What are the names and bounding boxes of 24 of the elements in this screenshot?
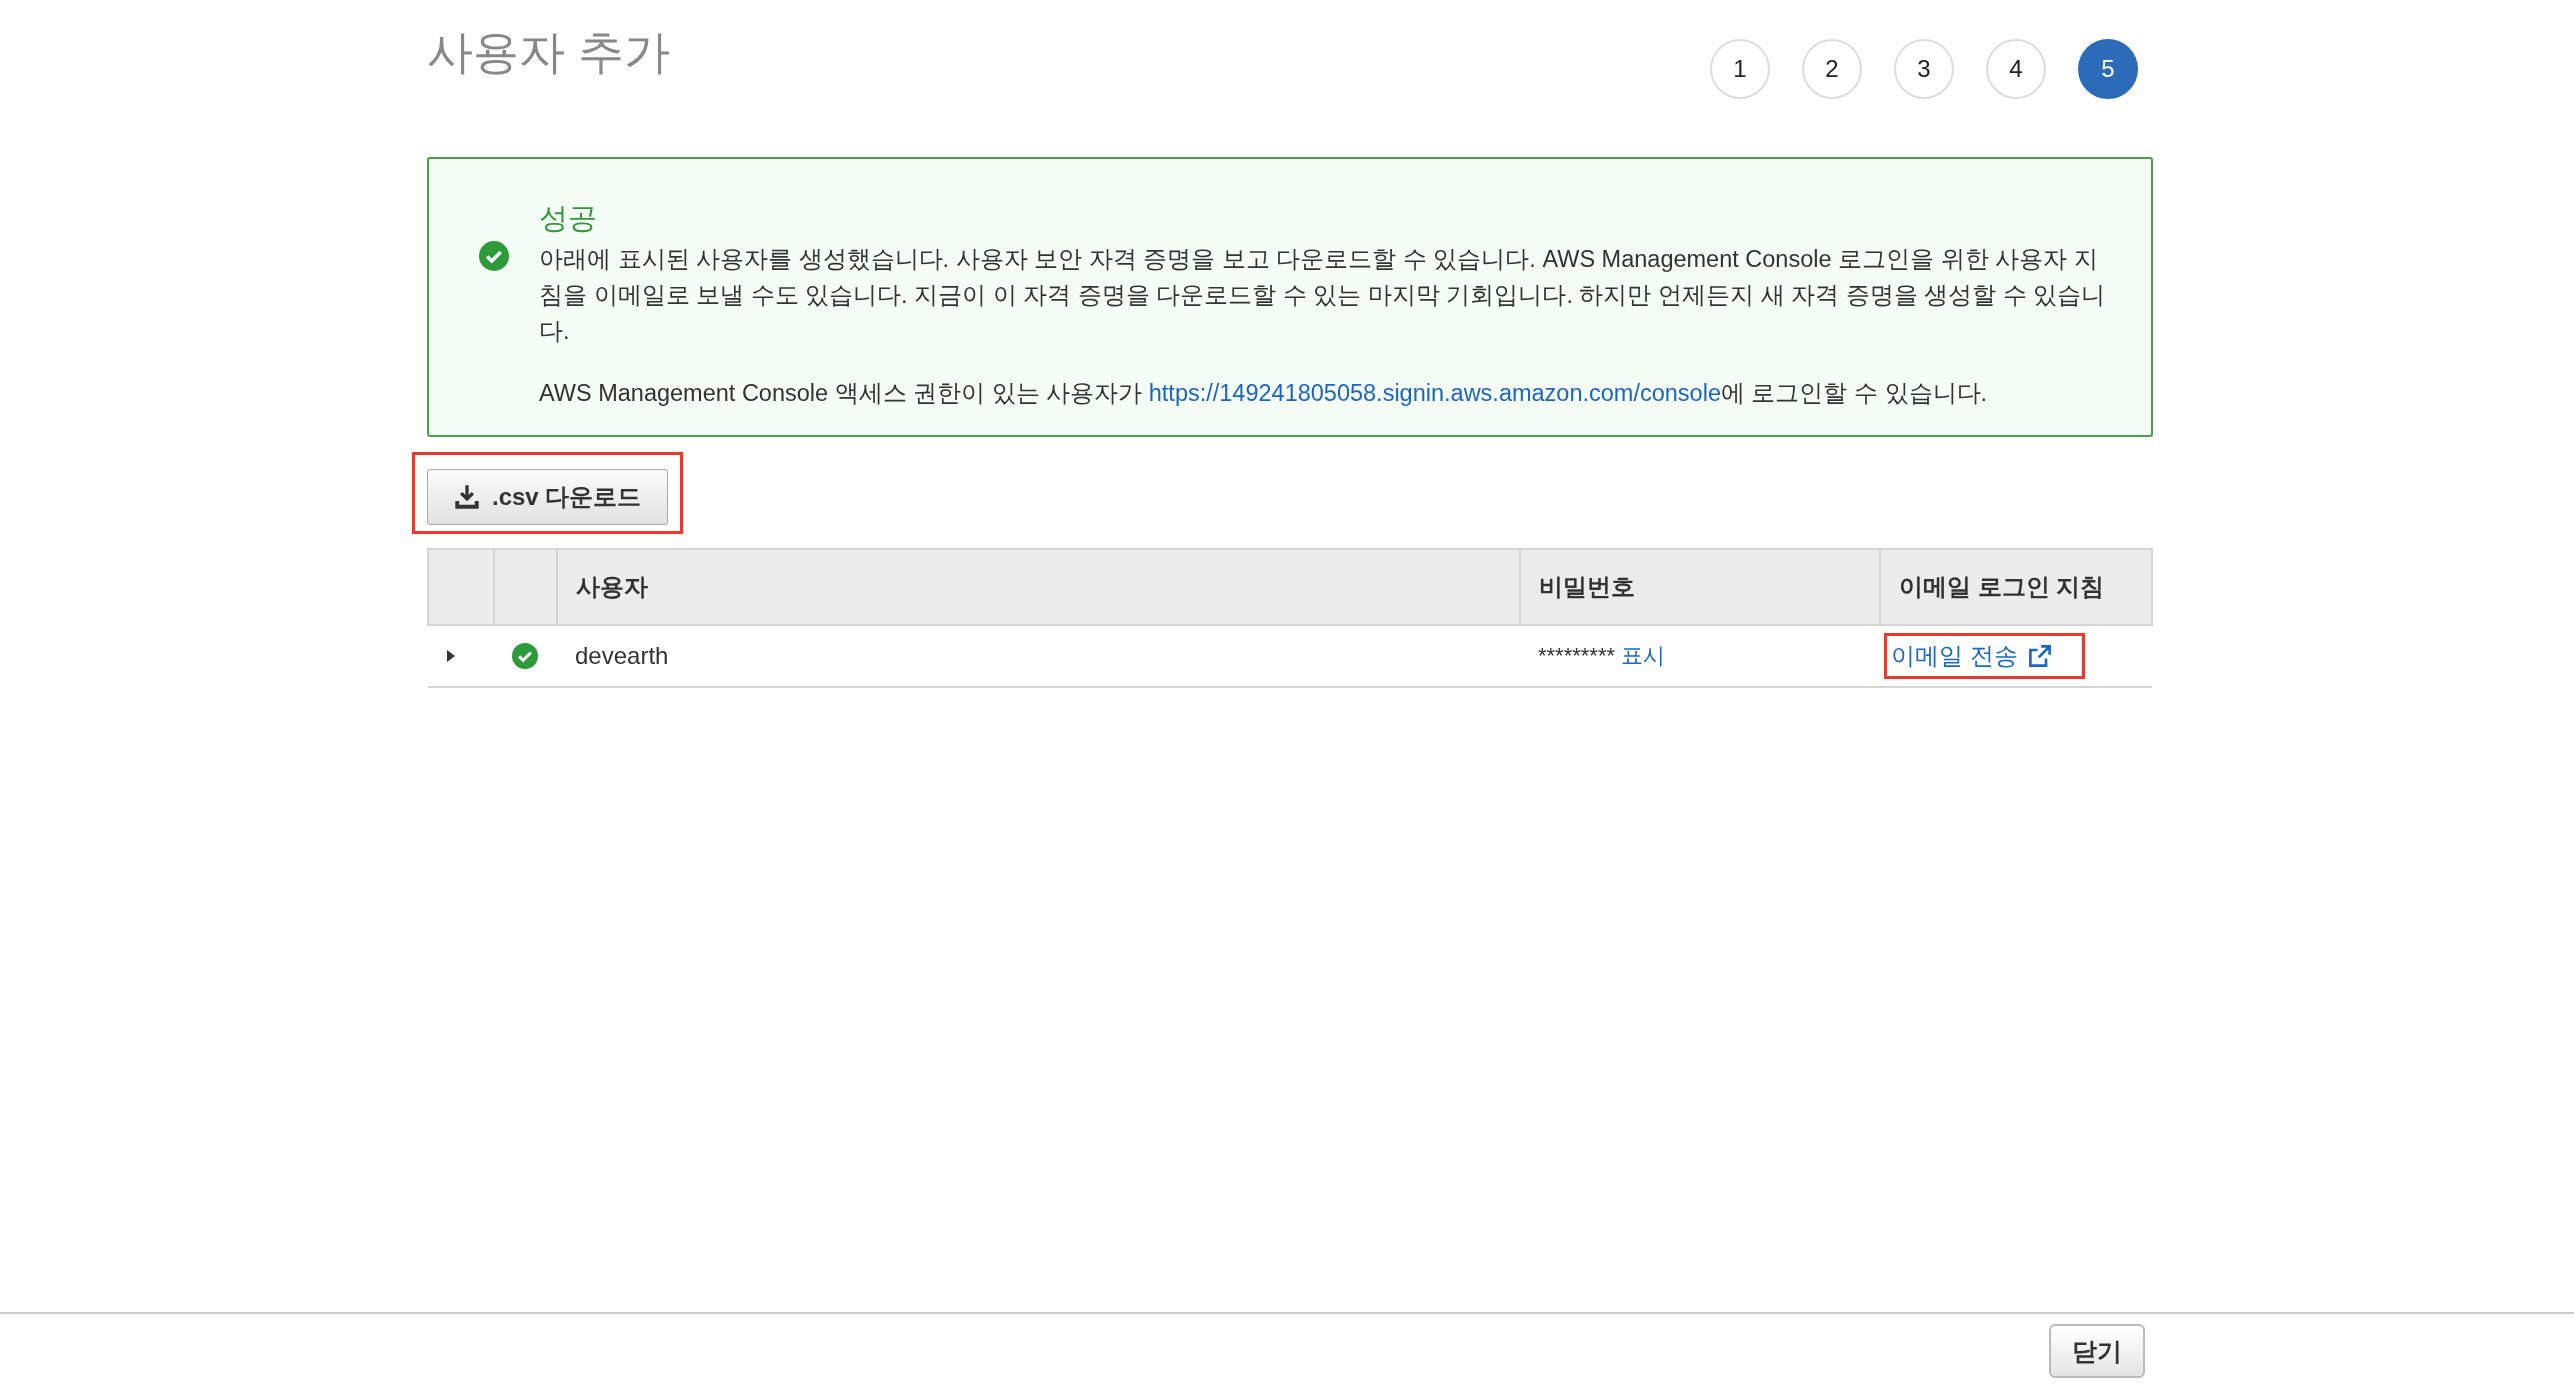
- step-indicator[interactable]: 2: [1802, 39, 1862, 99]
- check-circle-icon: [512, 643, 538, 669]
- console-access-message: AWS Management Console 액세스 권한이 있는 사용자가 https://149241805058.signin.aws.amazon.com/console에 로그인할 수 있습니다.: [539, 379, 1989, 408]
- column-header: 사용자: [557, 549, 1520, 625]
- download-icon: [454, 483, 480, 510]
- password-mask: *********: [1538, 643, 1616, 668]
- console-signin-link[interactable]: https://149241805058.signin.aws.amazon.com/console: [1148, 380, 1721, 406]
- csv-download-button[interactable]: .csv 다운로드: [427, 468, 669, 525]
- step-indicator[interactable]: 5: [2078, 39, 2138, 99]
- column-header: 비밀번호: [1520, 549, 1880, 625]
- table-cell: devearth: [557, 625, 1520, 687]
- external-link-icon: [2027, 644, 2052, 668]
- send-email-link[interactable]: 이메일 전송: [1891, 640, 2018, 672]
- step-indicator[interactable]: 1: [1710, 39, 1770, 99]
- column-header: 이메일 로그인 지침: [1880, 549, 2152, 625]
- step-indicator[interactable]: 4: [1986, 39, 2046, 99]
- check-circle-icon: [479, 241, 509, 271]
- alert-title: 성공: [539, 201, 598, 236]
- caret-icon[interactable]: [446, 649, 456, 663]
- alert-message: 아래에 표시된 사용자를 생성했습니다. 사용자 보안 자격 증명을 보고 다운로드할 수 있습니다. AWS Management Console 로그인을 위한 사용자 지침을 이메일로 보낼 수도 있습니다. 지금이 이 자격 증명을 다운로드할 수 있는 마지막 기회입니다. 하지만 언제든지 새 자격 증명을 생성할 수 있습니다.: [539, 245, 2107, 346]
- show-password-link[interactable]: 표시: [1621, 643, 1666, 668]
- close-button[interactable]: 닫기: [2049, 1324, 2145, 1378]
- page-title: 사용자 추가: [427, 25, 670, 80]
- step-indicator[interactable]: 3: [1894, 39, 1954, 99]
